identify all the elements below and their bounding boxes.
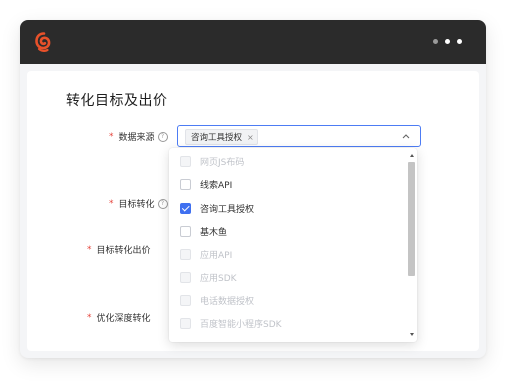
selected-tag: 咨询工具授权 × bbox=[185, 129, 258, 145]
dot bbox=[457, 39, 462, 44]
checkbox-checked[interactable] bbox=[180, 202, 191, 214]
target-bid-label: * 目标转化出价 bbox=[87, 243, 151, 257]
deep-conversion-text: 优化深度转化 bbox=[96, 314, 151, 324]
close-icon[interactable]: × bbox=[247, 133, 254, 142]
dropdown-option: 电话数据授权 bbox=[180, 291, 254, 309]
checkbox[interactable] bbox=[180, 225, 191, 237]
dropdown-option: 网页JS布码 bbox=[180, 152, 244, 170]
option-label: 应用API bbox=[200, 250, 233, 261]
data-source-dropdown: 网页JS布码 线索API 咨询工具授权 基木鱼 应用API 应用SDK 电话数据… bbox=[169, 148, 417, 342]
checkbox bbox=[180, 248, 191, 260]
data-source-select[interactable]: 咨询工具授权 × bbox=[177, 125, 421, 147]
page-title: 转化目标及出价 bbox=[66, 93, 168, 109]
deep-conversion-label: * 优化深度转化 bbox=[87, 311, 151, 325]
required-mark: * bbox=[109, 131, 114, 142]
target-conversion-label: * 目标转化 ? bbox=[109, 197, 168, 210]
required-mark: * bbox=[87, 244, 92, 255]
data-source-label: * 数据来源 ? bbox=[109, 130, 168, 143]
target-bid-text: 目标转化出价 bbox=[96, 246, 151, 256]
checkbox bbox=[180, 294, 191, 306]
checkbox bbox=[180, 271, 191, 283]
required-mark: * bbox=[109, 198, 114, 209]
data-source-text: 数据来源 bbox=[118, 133, 155, 143]
option-label: 百度智能小程序SDK bbox=[200, 319, 282, 330]
checkbox bbox=[180, 317, 191, 329]
dropdown-option[interactable]: 咨询工具授权 bbox=[180, 199, 254, 217]
scroll-up-arrow-icon[interactable] bbox=[410, 154, 414, 157]
checkbox bbox=[180, 155, 191, 167]
help-icon[interactable]: ? bbox=[157, 198, 168, 209]
dropdown-option[interactable]: 基木鱼 bbox=[180, 222, 227, 240]
option-label: 网页JS布码 bbox=[200, 157, 245, 168]
more-dots-icon[interactable] bbox=[433, 39, 462, 44]
chevron-up-icon[interactable] bbox=[402, 133, 410, 139]
dot bbox=[433, 39, 438, 44]
required-mark: * bbox=[87, 312, 92, 323]
selected-tag-label: 咨询工具授权 bbox=[191, 133, 243, 143]
option-label: 电话数据授权 bbox=[200, 296, 255, 307]
option-label: 应用SDK bbox=[200, 273, 237, 284]
dropdown-option: 应用API bbox=[180, 245, 232, 263]
option-label: 咨询工具授权 bbox=[200, 204, 255, 215]
target-conversion-text: 目标转化 bbox=[118, 200, 155, 210]
help-icon[interactable]: ? bbox=[157, 131, 168, 142]
dot bbox=[445, 39, 450, 44]
dropdown-option: 应用SDK bbox=[180, 268, 237, 286]
scroll-down-arrow-icon[interactable] bbox=[410, 333, 414, 336]
brand-spiral-icon bbox=[35, 32, 51, 52]
scrollbar-thumb[interactable] bbox=[408, 162, 415, 276]
option-label: 线索API bbox=[200, 180, 233, 191]
title-bar bbox=[20, 20, 486, 64]
checkbox[interactable] bbox=[180, 178, 191, 190]
dropdown-option: 百度智能小程序SDK bbox=[180, 314, 282, 332]
option-label: 基木鱼 bbox=[200, 227, 228, 238]
dropdown-option[interactable]: 线索API bbox=[180, 175, 232, 193]
